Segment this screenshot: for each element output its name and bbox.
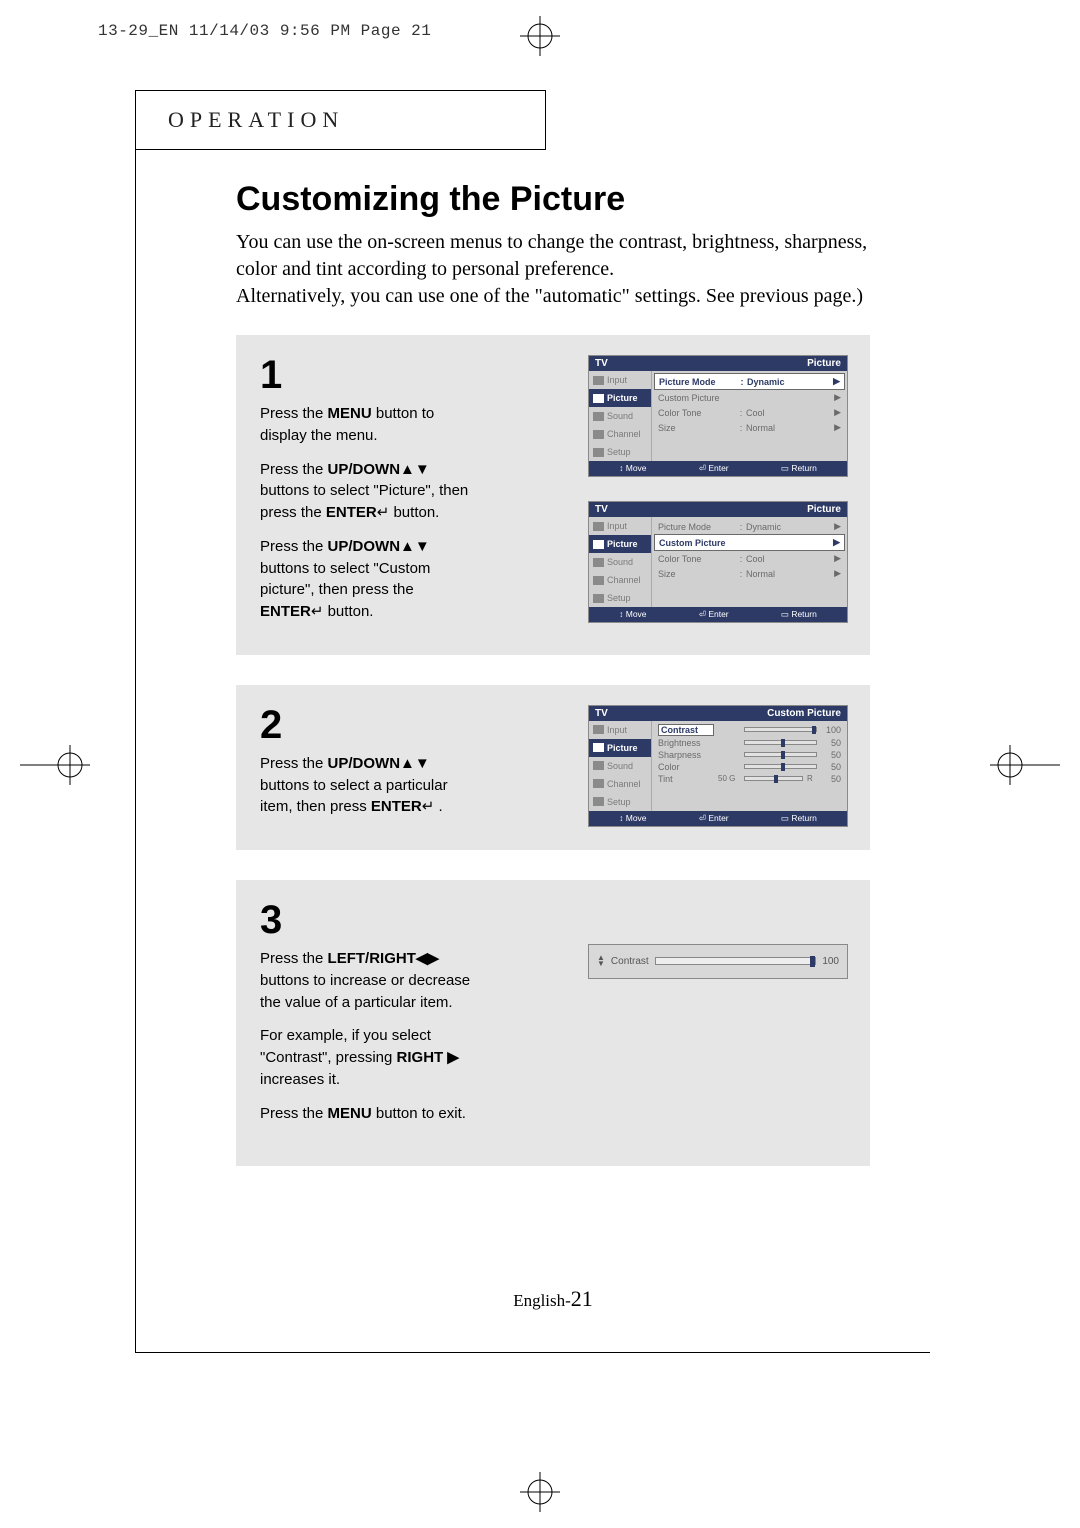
osd-side-setup: Setup [589, 589, 651, 607]
osd-side-sound: Sound [589, 407, 651, 425]
contrast-value: 100 [822, 956, 839, 967]
osd-row-picture-mode: Picture Mode:Dynamic▶ [654, 373, 845, 390]
enter-icon: ↵ [311, 603, 324, 620]
leftright-icon: ◀▶ [416, 950, 439, 967]
updown-icon: ▲▼ [597, 955, 605, 968]
osd-side-sound: Sound [589, 757, 651, 775]
osd-row-size: Size:Normal▶ [654, 566, 845, 581]
step-1-block: 1 Press the MENU button to display the m… [236, 335, 870, 655]
enter-icon: ↵ [377, 504, 390, 521]
contrast-track [655, 957, 817, 965]
osd-side-input: Input [589, 371, 651, 389]
osd-row-custom-picture: Custom Picture▶ [654, 534, 845, 551]
osd-side-channel: Channel [589, 571, 651, 589]
osd-slider-row: Brightness50 [654, 737, 845, 749]
updown-icon: ▲▼ [400, 461, 430, 478]
step-2-block: 2 Press the UP/DOWN▲▼ buttons to select … [236, 685, 870, 850]
crop-mark-bottom [520, 1472, 560, 1512]
osd-picture-menu-2: TVPicture Input Picture Sound Channel Se… [588, 501, 848, 623]
enter-icon: ↵ [422, 798, 435, 815]
step-3-text: Press the LEFT/RIGHT◀▶ buttons to increa… [260, 948, 480, 1124]
page-frame: OPERATION Customizing the Picture You ca… [135, 90, 930, 1353]
page-footer: English-21 [236, 1286, 870, 1312]
osd-side-channel: Channel [589, 425, 651, 443]
osd-side-picture: Picture [589, 389, 651, 407]
osd-custom-picture: TVCustom Picture Input Picture Sound Cha… [588, 705, 848, 827]
print-header: 13-29_EN 11/14/03 9:56 PM Page 21 [98, 22, 431, 40]
osd-side-input: Input [589, 517, 651, 535]
osd-slider-row: Tint50 GR50 [654, 773, 845, 785]
crop-mark-top [520, 16, 560, 56]
step-1-number: 1 [260, 355, 480, 395]
osd-side-input: Input [589, 721, 651, 739]
osd-row-size: Size:Normal▶ [654, 420, 845, 435]
osd-side-setup: Setup [589, 443, 651, 461]
osd-slider-row: Sharpness50 [654, 749, 845, 761]
contrast-bar: ▲▼ Contrast 100 [588, 944, 848, 979]
right-icon: ▶ [447, 1049, 459, 1066]
osd-side-picture: Picture [589, 739, 651, 757]
osd-row-color-tone: Color Tone:Cool▶ [654, 551, 845, 566]
page-title: Customizing the Picture [236, 180, 870, 219]
crop-mark-right [990, 745, 1060, 785]
updown-icon: ▲▼ [400, 538, 430, 555]
osd-side-picture: Picture [589, 535, 651, 553]
crop-mark-left [20, 745, 90, 785]
step-2-number: 2 [260, 705, 480, 745]
osd-side-channel: Channel [589, 775, 651, 793]
osd-slider-row: Contrast100 [654, 723, 845, 737]
osd-row-picture-mode: Picture Mode:Dynamic▶ [654, 519, 845, 534]
step-2-text: Press the UP/DOWN▲▼ buttons to select a … [260, 753, 480, 818]
step-3-block: 3 Press the LEFT/RIGHT◀▶ buttons to incr… [236, 880, 870, 1166]
osd-side-sound: Sound [589, 553, 651, 571]
osd-side-setup: Setup [589, 793, 651, 811]
updown-icon: ▲▼ [400, 755, 430, 772]
osd-row-custom-picture: Custom Picture▶ [654, 390, 845, 405]
osd-row-color-tone: Color Tone:Cool▶ [654, 405, 845, 420]
intro-text: You can use the on-screen menus to chang… [236, 229, 870, 310]
section-tab: OPERATION [136, 90, 546, 150]
osd-picture-menu-1: TVPicture Input Picture Sound Channel Se… [588, 355, 848, 477]
section-label: OPERATION [168, 107, 344, 133]
step-1-text: Press the MENU button to display the men… [260, 403, 480, 623]
contrast-label: Contrast [611, 956, 649, 967]
osd-slider-row: Color50 [654, 761, 845, 773]
step-3-number: 3 [260, 900, 480, 940]
